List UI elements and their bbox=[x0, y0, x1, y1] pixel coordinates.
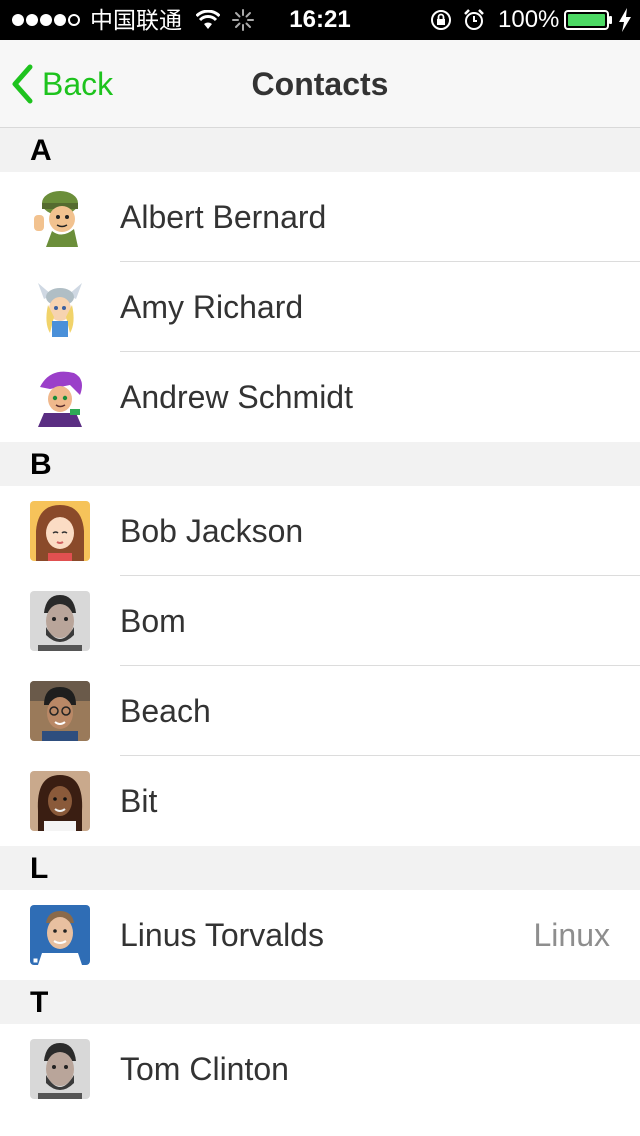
contact-row[interactable]: Linus Torvalds Linux bbox=[0, 890, 640, 980]
contact-row[interactable]: Andrew Schmidt bbox=[0, 352, 640, 442]
navigation-bar: Back Contacts bbox=[0, 40, 640, 128]
charging-bolt-icon bbox=[619, 8, 631, 32]
back-label: Back bbox=[42, 65, 114, 102]
chevron-left-icon bbox=[12, 64, 33, 104]
contact-avatar bbox=[30, 681, 90, 741]
contact-avatar bbox=[30, 367, 90, 427]
contact-row[interactable]: Albert Bernard bbox=[0, 172, 640, 262]
section-header-b: B bbox=[0, 442, 640, 486]
contact-row[interactable]: Bom bbox=[0, 576, 640, 666]
contact-row[interactable]: Beach bbox=[0, 666, 640, 756]
contact-name: Amy Richard bbox=[120, 289, 304, 325]
section-header-a: A bbox=[0, 128, 640, 172]
contact-avatar bbox=[30, 501, 90, 561]
contacts-list[interactable]: A Albert Bernard Amy Richard Andrew Schmidt… bbox=[0, 128, 640, 1114]
contact-avatar bbox=[30, 591, 90, 651]
rotation-lock-icon bbox=[431, 10, 451, 30]
section-header-t: T bbox=[0, 980, 640, 1024]
section-header-l: L bbox=[0, 846, 640, 890]
contact-name: Beach bbox=[120, 693, 211, 729]
contact-detail: Linux bbox=[533, 917, 611, 953]
back-button[interactable]: Back bbox=[10, 40, 113, 128]
contact-name: Bit bbox=[120, 783, 158, 819]
contact-avatar bbox=[30, 277, 90, 337]
contact-name: Linus Torvalds bbox=[120, 917, 324, 953]
contact-name: Bob Jackson bbox=[120, 513, 304, 549]
contact-name: Andrew Schmidt bbox=[120, 379, 353, 415]
contact-row[interactable]: Bob Jackson bbox=[0, 486, 640, 576]
contact-row[interactable]: Amy Richard bbox=[0, 262, 640, 352]
contacts-screen: 中国联通 16:21 100% Back Contacts A Albert B… bbox=[0, 0, 640, 1136]
contact-row[interactable]: Tom Clinton bbox=[0, 1024, 640, 1114]
contact-row[interactable]: Bit bbox=[0, 756, 640, 846]
contact-avatar bbox=[30, 187, 90, 247]
status-bar: 中国联通 16:21 100% bbox=[0, 0, 640, 40]
battery-icon bbox=[564, 10, 612, 30]
contact-name: Tom Clinton bbox=[120, 1051, 289, 1087]
alarm-icon bbox=[464, 9, 484, 30]
contact-avatar bbox=[30, 771, 90, 831]
contact-name: Bom bbox=[120, 603, 186, 639]
contact-avatar bbox=[30, 905, 90, 965]
contact-name: Albert Bernard bbox=[120, 199, 327, 235]
battery-percentage: 100% bbox=[498, 6, 560, 33]
contact-avatar bbox=[30, 1039, 90, 1099]
